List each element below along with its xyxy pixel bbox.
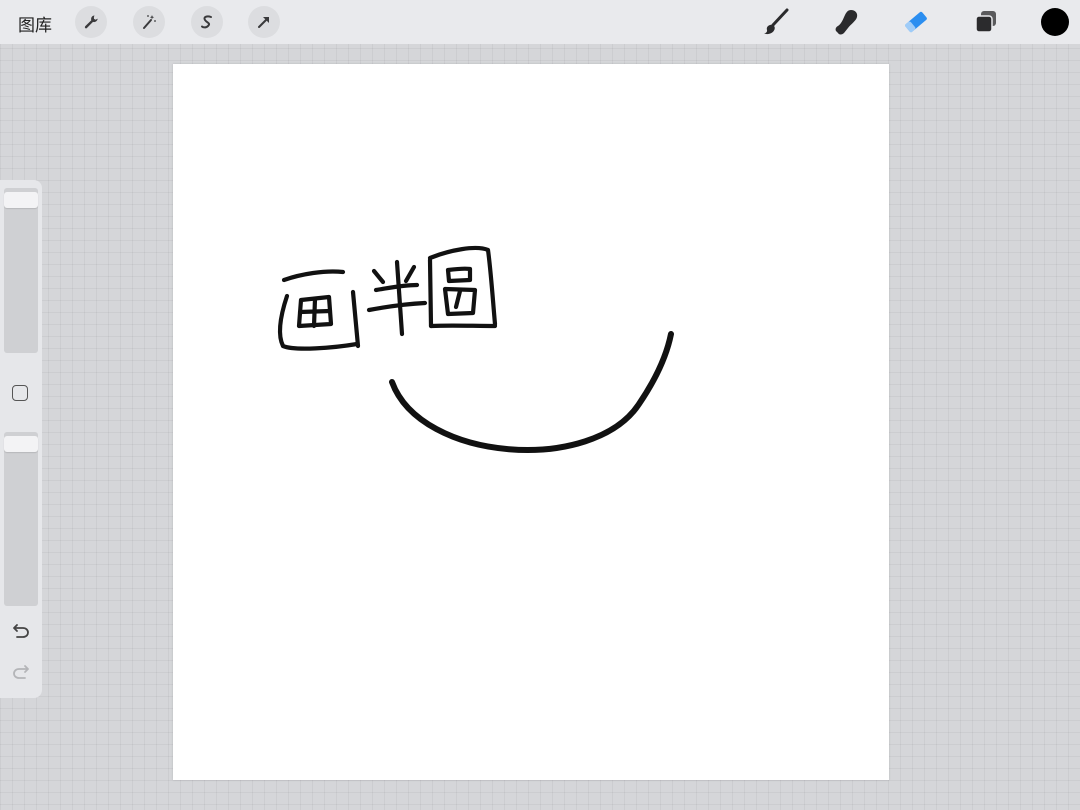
- top-toolbar: 图库: [0, 0, 1080, 44]
- handwritten-char-yuan: [427, 245, 498, 329]
- brush-icon: [764, 8, 789, 35]
- redo-icon: [13, 665, 29, 679]
- semicircle-stroke: [389, 331, 674, 453]
- modify-button[interactable]: [12, 385, 28, 401]
- paint-tool-button[interactable]: [760, 6, 792, 38]
- brush-size-slider[interactable]: [4, 188, 38, 353]
- eraser-tool-button[interactable]: [900, 6, 932, 38]
- transform-button[interactable]: [248, 6, 280, 38]
- undo-button[interactable]: [9, 619, 33, 643]
- handwritten-char-ban: [366, 259, 428, 337]
- opacity-slider[interactable]: [4, 432, 38, 606]
- adjustments-button[interactable]: [133, 6, 165, 38]
- smudge-icon: [835, 10, 858, 35]
- selection-button[interactable]: [191, 6, 223, 38]
- magic-wand-icon: [143, 15, 156, 29]
- arrow-cursor-icon: [258, 17, 269, 28]
- redo-button[interactable]: [9, 660, 33, 684]
- handwritten-strokes: [277, 245, 674, 453]
- opacity-slider-thumb[interactable]: [4, 436, 38, 452]
- layers-button[interactable]: [970, 6, 1002, 38]
- selection-s-icon: [201, 15, 212, 29]
- drawing-canvas[interactable]: [173, 64, 889, 780]
- layers-icon: [975, 11, 996, 33]
- gallery-button[interactable]: 图库: [18, 11, 52, 36]
- smudge-tool-button[interactable]: [830, 6, 862, 38]
- eraser-icon: [905, 11, 927, 33]
- left-sidebar: [0, 180, 42, 698]
- actions-button[interactable]: [75, 6, 107, 38]
- color-picker-button[interactable]: [1041, 8, 1069, 36]
- undo-icon: [13, 624, 29, 638]
- brush-size-slider-thumb[interactable]: [4, 192, 38, 208]
- handwritten-char-hua: [277, 269, 361, 351]
- wrench-icon: [84, 15, 98, 29]
